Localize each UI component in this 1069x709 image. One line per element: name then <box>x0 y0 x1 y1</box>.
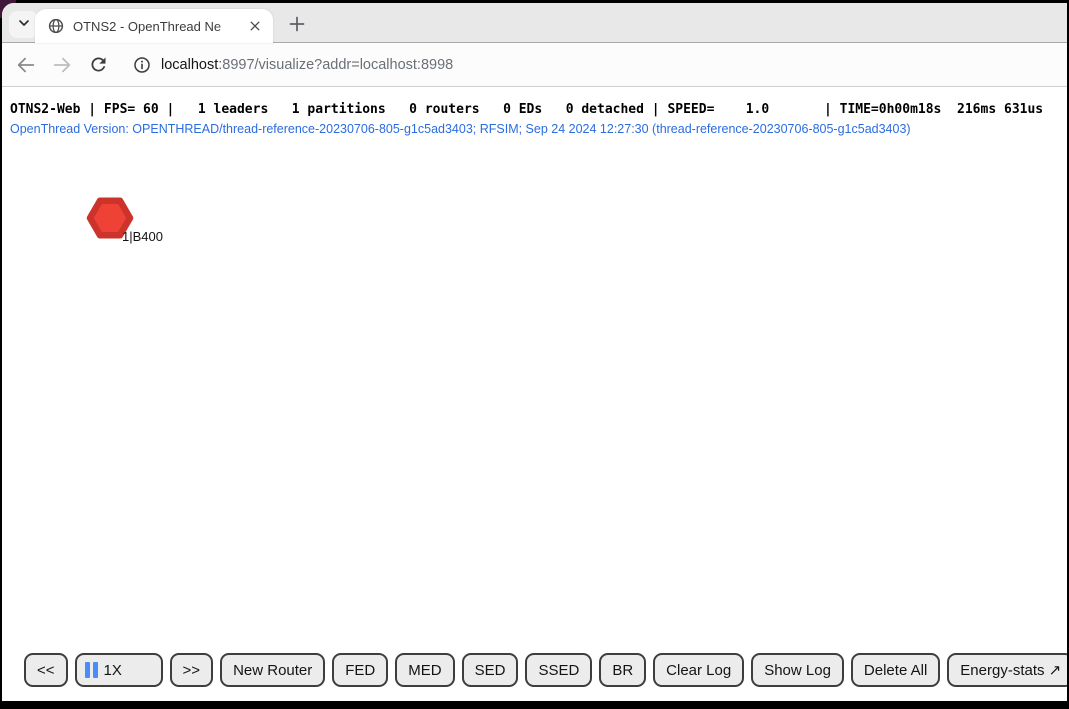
tab-search-button[interactable] <box>9 11 38 38</box>
toolbar-button-label: FED <box>345 662 375 679</box>
toolbar-button-speed-up[interactable]: >> <box>170 653 214 687</box>
address-bar[interactable]: localhost:8997/visualize?addr=localhost:… <box>161 57 453 73</box>
tab-title: OTNS2 - OpenThread Ne <box>73 19 247 34</box>
browser-toolbar: localhost:8997/visualize?addr=localhost:… <box>2 43 1067 87</box>
toolbar-button-label: 1X <box>104 662 122 679</box>
url-host: localhost <box>161 57 218 73</box>
plus-icon <box>288 15 306 36</box>
toolbar-button-energy-stats[interactable]: Energy-stats ↗ <box>947 653 1067 687</box>
page-content: OTNS2-Web | FPS= 60 | 1 leaders 1 partit… <box>2 87 1067 701</box>
pause-icon <box>85 662 98 678</box>
toolbar-button-label: BR <box>612 662 633 679</box>
toolbar-button-med[interactable]: MED <box>395 653 454 687</box>
toolbar-button-fed[interactable]: FED <box>332 653 388 687</box>
site-info-icon[interactable] <box>130 53 154 77</box>
tab-strip: OTNS2 - OpenThread Ne <box>2 3 1067 43</box>
node-label: 1|B400 <box>122 229 163 244</box>
forward-button[interactable] <box>50 53 74 77</box>
toolbar-button-speed-down[interactable]: << <box>24 653 68 687</box>
url-path: :8997/visualize?addr=localhost:8998 <box>218 57 453 73</box>
status-line: OTNS2-Web | FPS= 60 | 1 leaders 1 partit… <box>10 102 1043 117</box>
toolbar-button-label: MED <box>408 662 441 679</box>
toolbar-button-label: >> <box>183 662 201 679</box>
browser-tab[interactable]: OTNS2 - OpenThread Ne <box>35 9 273 43</box>
toolbar-button-delete-all[interactable]: Delete All <box>851 653 940 687</box>
toolbar-button-clear-log[interactable]: Clear Log <box>653 653 744 687</box>
toolbar-button-speed[interactable]: 1X <box>75 653 163 687</box>
toolbar-button-label: Show Log <box>764 662 831 679</box>
toolbar-button-br[interactable]: BR <box>599 653 646 687</box>
toolbar-button-label: Energy-stats ↗ <box>960 661 1061 679</box>
tab-close-icon[interactable] <box>247 18 263 34</box>
toolbar-button-label: Clear Log <box>666 662 731 679</box>
toolbar-button-new-router[interactable]: New Router <box>220 653 325 687</box>
version-link[interactable]: OpenThread Version: OPENTHREAD/thread-re… <box>10 122 911 136</box>
toolbar-button-label: Delete All <box>864 662 927 679</box>
reload-button[interactable] <box>86 53 110 77</box>
toolbar-button-label: SED <box>475 662 506 679</box>
toolbar-button-label: << <box>37 662 55 679</box>
globe-favicon-icon <box>48 18 64 34</box>
toolbar-button-ssed[interactable]: SSED <box>525 653 592 687</box>
desktop-background: { "browser": { "tab_title": "OTNS2 - Ope… <box>0 0 1069 709</box>
toolbar-button-show-log[interactable]: Show Log <box>751 653 844 687</box>
toolbar-button-sed[interactable]: SED <box>462 653 519 687</box>
new-tab-button[interactable] <box>283 11 311 39</box>
back-button[interactable] <box>14 53 38 77</box>
toolbar-button-label: New Router <box>233 662 312 679</box>
toolbar-button-label: SSED <box>538 662 579 679</box>
action-toolbar: << 1X >> New Router FED MED SED SSED BR Clear Log… <box>24 653 1067 687</box>
browser-window: OTNS2 - OpenThread Ne <box>2 3 1067 701</box>
chevron-down-icon <box>16 15 32 34</box>
